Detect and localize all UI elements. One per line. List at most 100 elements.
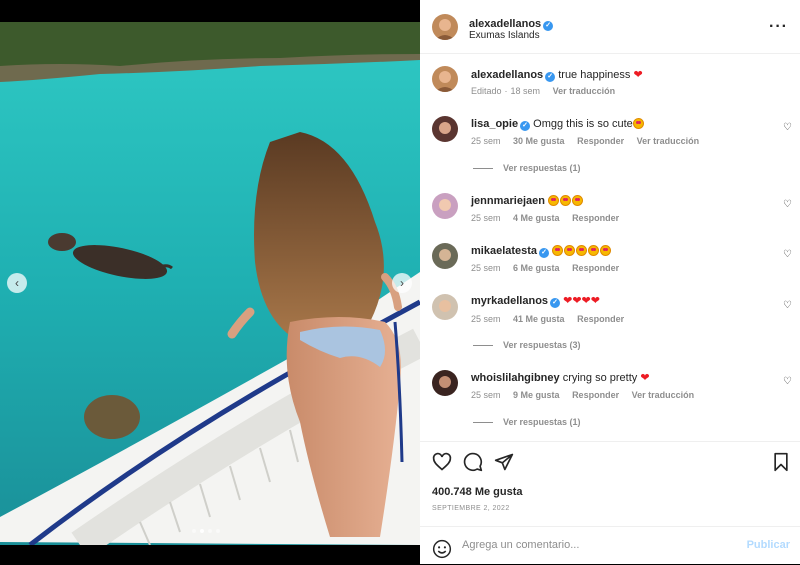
author-avatar[interactable] <box>432 66 458 92</box>
comment-meta: 25 sem 41 Me gusta Responder <box>471 314 634 324</box>
comment-time: 25 sem <box>471 314 501 324</box>
slide-dot-active <box>200 529 204 533</box>
chevron-left-icon: ‹ <box>15 276 19 290</box>
comment-time: 25 sem <box>471 263 501 273</box>
commenter-avatar[interactable] <box>432 193 458 219</box>
comment-text: myrkadellanos ✓ ❤❤❤❤ <box>471 294 600 308</box>
reply-button[interactable]: Responder <box>572 213 619 223</box>
comment-input[interactable] <box>462 539 732 551</box>
more-dots-icon[interactable]: ··· <box>769 18 788 36</box>
replies-divider <box>473 345 493 347</box>
heart-eyes-emoji-icon <box>576 245 588 256</box>
post-photo <box>0 22 420 545</box>
red-heart-emoji-icon: ❤ <box>633 69 643 81</box>
slide-indicator <box>192 529 220 533</box>
heart-eyes-emoji-icon <box>560 195 572 206</box>
comment-like-heart-icon[interactable]: ♡ <box>783 249 792 260</box>
comment-meta: 25 sem 30 Me gusta Responder Ver traducc… <box>471 136 709 146</box>
publish-button[interactable]: Publicar <box>747 539 790 551</box>
slide-dot <box>208 529 212 533</box>
reply-button[interactable]: Responder <box>572 263 619 273</box>
comment-item: lisa_opie ✓ Omgg this is so cute 25 sem 3… <box>420 116 800 186</box>
author-avatar[interactable] <box>432 14 458 40</box>
heart-eyes-emoji-icon <box>552 245 564 256</box>
comment-text: whoislilahgibney crying so pretty ❤ <box>471 371 650 384</box>
comment-meta: 25 sem 9 Me gusta Responder Ver traducci… <box>471 390 704 400</box>
comment-text: jennmariejaen <box>471 195 584 207</box>
caption-meta: Editado · 18 sem Ver traducción <box>471 86 625 96</box>
comment-likes[interactable]: 30 Me gusta <box>513 136 565 146</box>
comment-like-heart-icon[interactable]: ♡ <box>783 300 792 311</box>
chevron-right-icon: › <box>400 276 404 290</box>
meta-separator: · <box>504 86 508 96</box>
comment-username[interactable]: myrkadellanos <box>471 295 548 307</box>
heart-eyes-emoji-icon <box>572 195 584 206</box>
post-location[interactable]: Exumas Islands <box>469 30 540 41</box>
verified-badge-icon: ✓ <box>550 298 561 308</box>
comment-like-heart-icon[interactable]: ♡ <box>783 122 792 133</box>
verified-badge-icon: ✓ <box>543 21 554 31</box>
heart-eyes-emoji-icon <box>564 245 576 256</box>
comment-username[interactable]: jennmariejaen <box>471 195 545 207</box>
comment-likes[interactable]: 9 Me gusta <box>513 390 560 400</box>
slide-dot <box>216 529 220 533</box>
red-heart-emoji-icon: ❤❤❤❤ <box>563 295 600 307</box>
comment-username[interactable]: mikaelatesta <box>471 245 537 257</box>
previous-slide-button[interactable]: ‹ <box>7 273 27 293</box>
comment-likes[interactable]: 6 Me gusta <box>513 263 560 273</box>
post-actions: 400.748 Me gusta SEPTIEMBRE 2, 2022 Publ… <box>420 441 800 564</box>
heart-eyes-emoji-icon <box>632 118 644 129</box>
comment-bubble-icon[interactable] <box>463 452 483 477</box>
comment-time: 25 sem <box>471 213 501 223</box>
commenter-avatar[interactable] <box>432 116 458 142</box>
comment-likes[interactable]: 4 Me gusta <box>513 213 560 223</box>
author-username[interactable]: alexadellanos <box>469 18 541 30</box>
view-replies-button[interactable]: Ver respuestas (1) <box>473 163 581 173</box>
smiley-icon[interactable] <box>432 539 452 564</box>
verified-badge-icon: ✓ <box>520 121 531 131</box>
comment-like-heart-icon[interactable]: ♡ <box>783 376 792 387</box>
post-date: SEPTIEMBRE 2, 2022 <box>432 505 510 512</box>
next-slide-button[interactable]: › <box>392 273 412 293</box>
view-replies-label: Ver respuestas (1) <box>503 417 581 427</box>
red-heart-emoji-icon: ❤ <box>640 372 650 384</box>
view-replies-button[interactable]: Ver respuestas (3) <box>473 340 581 350</box>
post-details-panel: alexadellanos ✓ Exumas Islands ··· alexad… <box>420 0 800 564</box>
paper-plane-icon[interactable] <box>494 452 514 477</box>
commenter-avatar[interactable] <box>432 370 458 396</box>
comment-time: 25 sem <box>471 390 501 400</box>
reply-button[interactable]: Responder <box>577 314 624 324</box>
post-modal: ‹ › alexadellanos ✓ Exumas Islands ··· a… <box>0 0 800 564</box>
commenter-avatar[interactable] <box>432 243 458 269</box>
comment-body: Omgg this is so cute <box>533 118 633 130</box>
photo-top-letterbox <box>0 0 420 22</box>
caption-body: true happiness <box>558 69 631 81</box>
comment-like-heart-icon[interactable]: ♡ <box>783 199 792 210</box>
commenter-avatar[interactable] <box>432 294 458 320</box>
add-comment-row: Publicar <box>420 526 800 565</box>
comment-item: mikaelatesta ✓ 25 sem 6 Me gusta Responde… <box>420 243 800 283</box>
likes-count[interactable]: 400.748 Me gusta <box>432 486 523 498</box>
reply-button[interactable]: Responder <box>572 390 619 400</box>
comment-username[interactable]: lisa_opie <box>471 118 518 130</box>
comment-likes[interactable]: 41 Me gusta <box>513 314 565 324</box>
slide-dot <box>192 529 196 533</box>
translate-link[interactable]: Ver traducción <box>553 86 616 96</box>
reply-button[interactable]: Responder <box>577 136 624 146</box>
view-replies-button[interactable]: Ver respuestas (1) <box>473 417 581 427</box>
caption-username[interactable]: alexadellanos <box>471 69 543 81</box>
heart-eyes-emoji-icon <box>588 245 600 256</box>
view-replies-label: Ver respuestas (3) <box>503 340 581 350</box>
comment-text: mikaelatesta ✓ <box>471 245 612 258</box>
verified-badge-icon: ✓ <box>545 72 556 82</box>
translate-link[interactable]: Ver traducción <box>632 390 695 400</box>
translate-link[interactable]: Ver traducción <box>637 136 700 146</box>
caption: alexadellanos ✓ true happiness ❤ Editado ·… <box>420 66 800 106</box>
photo-bottom-letterbox <box>0 545 420 564</box>
replies-divider <box>473 422 493 424</box>
post-header: alexadellanos ✓ Exumas Islands ··· <box>420 0 800 54</box>
comment-text: lisa_opie ✓ Omgg this is so cute <box>471 118 645 131</box>
heart-outline-icon[interactable] <box>432 452 452 477</box>
bookmark-icon[interactable] <box>772 452 790 477</box>
comment-username[interactable]: whoislilahgibney <box>471 372 560 384</box>
